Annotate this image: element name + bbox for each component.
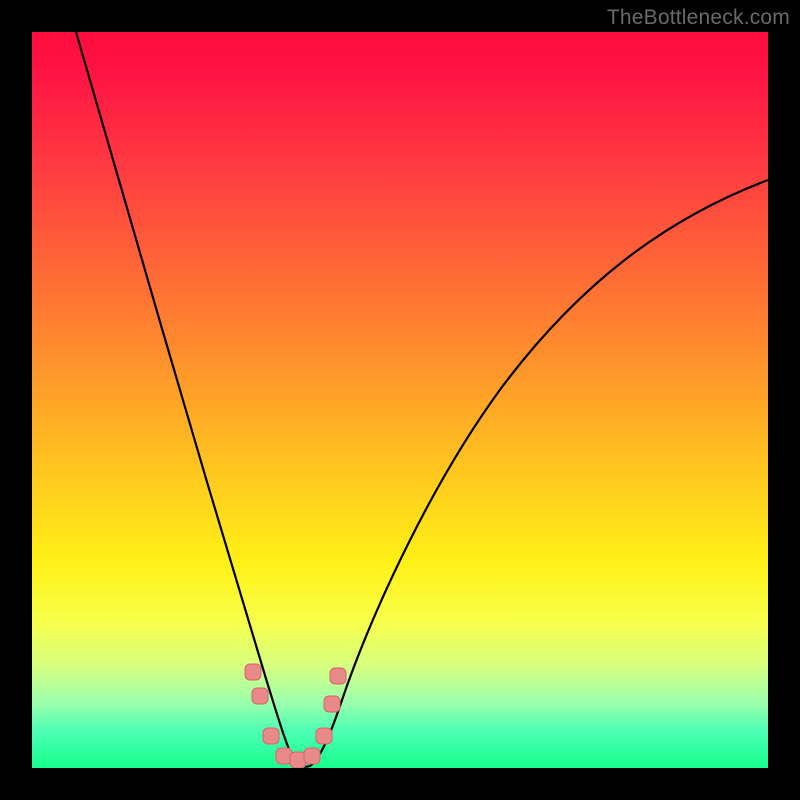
marker-point [304, 748, 320, 764]
marker-point [245, 664, 261, 680]
chart-frame: TheBottleneck.com [0, 0, 800, 800]
plot-area [32, 32, 768, 768]
marker-point [316, 728, 332, 744]
valley-markers [245, 664, 346, 768]
marker-point [252, 688, 268, 704]
marker-point [330, 668, 346, 684]
curve-layer [32, 32, 768, 768]
bottleneck-curve [76, 32, 768, 767]
marker-point [324, 696, 340, 712]
marker-point [263, 728, 279, 744]
watermark-text: TheBottleneck.com [607, 6, 790, 30]
